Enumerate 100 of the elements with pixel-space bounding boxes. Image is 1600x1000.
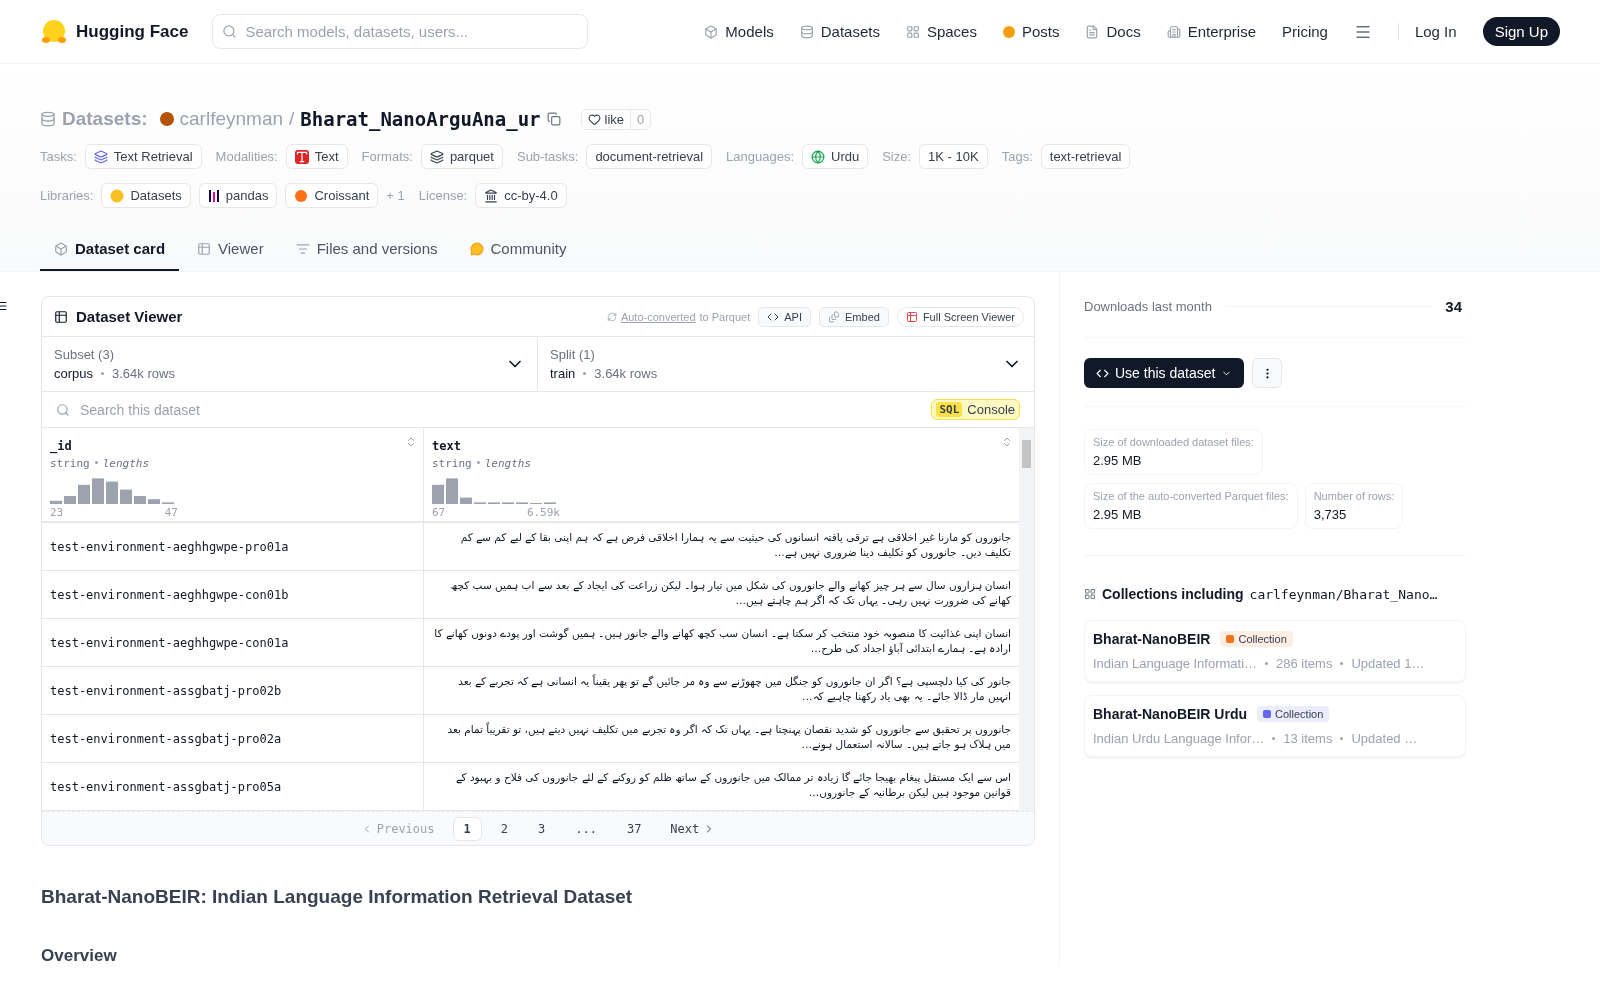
tab[interactable]: Files and versions: [281, 230, 452, 271]
tag-chip[interactable]: Datasets: [101, 183, 191, 208]
login-link[interactable]: Log In: [1397, 23, 1457, 40]
tag-chip[interactable]: document-retrieval: [586, 144, 713, 169]
tag-label: Size:: [882, 149, 912, 164]
document-icon: [828, 310, 840, 323]
brand-logo[interactable]: Hugging Face: [40, 17, 189, 46]
cube-icon: [704, 24, 719, 39]
page-button[interactable]: ...: [564, 816, 608, 841]
nav-link[interactable]: Models: [704, 23, 774, 40]
database-icon: [40, 111, 56, 127]
refresh-icon: [606, 311, 617, 322]
nav-link[interactable]: Enterprise: [1166, 23, 1257, 40]
nav-link[interactable]: Pricing: [1282, 23, 1328, 40]
viewer-button[interactable]: Embed: [819, 306, 889, 327]
database-icon: [799, 24, 814, 39]
select-dropdown[interactable]: Split (1) train 3.64k rows: [538, 337, 1034, 391]
signup-button[interactable]: Sign Up: [1482, 17, 1560, 46]
range-max: 47: [164, 506, 178, 519]
table-cell: test-environment-aeghhgwpe-pro01a: [42, 523, 424, 571]
text-icon: [294, 149, 309, 164]
tag-chip[interactable]: Croissant: [285, 183, 379, 208]
list-icon: [295, 241, 310, 256]
dataset-name: Bharat_NanoArguAna_ur: [300, 108, 541, 130]
table-cell: انسان اپنی غذائیت کا منصوبہ خود منتخب کر سکتا ہے۔ انسان سب کچھ کھانے والے جانور ہیں۔ ہمیں گوشت اور پودے دونوں کھانے کا ارادہ ہے۔ ہمارے ابتدائی آباؤ اجداد کی طرح…: [424, 619, 1019, 667]
viewer-button[interactable]: API: [758, 306, 811, 327]
viewer-button[interactable]: Full Screen Viewer: [896, 306, 1024, 327]
column-header[interactable]: _id string lengths 23 47: [42, 428, 424, 523]
layers-icon: [429, 149, 444, 164]
readme-heading: Bharat-NanoBEIR: Indian Language Information Retrieval Dataset: [41, 886, 634, 908]
select-dropdown[interactable]: Subset (3) corpus 3.64k rows: [42, 337, 538, 391]
grid-icon: [905, 24, 920, 39]
table-icon: [197, 241, 212, 256]
table-cell: test-environment-assgbatj-pro02a: [42, 715, 424, 763]
range-min: 67: [432, 506, 446, 519]
table-cell: جانوروں پر تحقیق سے جانوروں کو شدید نقصان پہنچتا ہے۔ یہاں تک کہ اگر وہ تجربے میں تکلیف نہیں دیتے ہیں، تو تقریباً تمام بعد میں ہلاک ہو جاتے ہیں۔ سالانہ استعمال ہونے…: [424, 715, 1019, 763]
collections-repo: carlfeynman/Bharat_Nano…: [1249, 586, 1438, 602]
column-header[interactable]: text string lengths 67 6.59k: [424, 428, 1019, 523]
search-icon: [56, 402, 70, 417]
scrollbar[interactable]: [1019, 428, 1034, 811]
tag-chip[interactable]: 1K - 10K: [919, 144, 988, 169]
cube-icon: [54, 241, 68, 256]
table-cell: test-environment-aeghhgwpe-con01a: [42, 619, 424, 667]
tag-chip[interactable]: Text Retrieval: [84, 144, 202, 169]
downloads-count: 34: [1445, 298, 1463, 315]
tab[interactable]: Viewer: [183, 230, 278, 271]
like-count: 0: [630, 109, 651, 129]
nav-link[interactable]: Datasets: [799, 23, 880, 40]
readme-subheading: Overview: [41, 946, 118, 966]
heart-icon: [587, 112, 601, 126]
tag-label: Tasks:: [40, 149, 77, 164]
nav-link[interactable]: Posts: [1002, 23, 1060, 40]
table-icon: [905, 310, 918, 323]
range-max: 6.59k: [526, 506, 560, 519]
viewer-title: Dataset Viewer: [76, 308, 183, 325]
table-icon: [54, 309, 68, 324]
page-button[interactable]: 2: [489, 816, 519, 841]
search-icon: [222, 24, 238, 39]
collections-heading: Collections including: [1102, 586, 1244, 602]
nav-link[interactable]: Docs: [1085, 23, 1141, 40]
tag-label: Formats:: [361, 149, 413, 164]
path-separator: /: [289, 108, 295, 130]
collection-card[interactable]: Bharat-NanoBEIR Collection Indian Language Informati… 286 items Updated 1…: [1084, 620, 1466, 682]
copy-icon[interactable]: [546, 112, 561, 126]
tag-chip[interactable]: parquet: [420, 144, 503, 169]
bars-icon: [207, 188, 220, 203]
tag-chip[interactable]: cc-by-4.0: [475, 183, 567, 208]
grid-icon: [1084, 588, 1096, 600]
next-button[interactable]: Next: [660, 818, 726, 839]
range-min: 23: [50, 506, 64, 519]
page-button[interactable]: 1: [452, 816, 482, 841]
stat-card: Size of the auto-converted Parquet files: 2.95 MB: [1084, 483, 1298, 529]
sort-icon[interactable]: [1001, 436, 1013, 448]
globe-icon: [811, 149, 825, 164]
tag-label: Modalities:: [215, 149, 278, 164]
tag-chip[interactable]: Urdu: [802, 144, 869, 169]
sql-console-button[interactable]: SQL Console: [931, 399, 1020, 420]
tag-label: License:: [418, 188, 468, 203]
page-button[interactable]: 3: [527, 816, 557, 841]
downloads-label: Downloads last month: [1084, 299, 1212, 314]
page-button[interactable]: 37: [615, 816, 653, 841]
collection-badge: Collection: [1220, 631, 1293, 647]
table-cell: جانوروں کو مارنا غیر اخلاقی ہے ترقی یافتہ انسانوں کی حیثیت سے یہ ہمارا اخلاقی فرض ہے کہ ہم اپنی بقا کے لیے کم سے کم تکلیف دیں۔ جانوروں کو تکلیف دینا ضروری نہیں ہے…: [424, 523, 1019, 571]
tag-chip[interactable]: Text: [285, 144, 348, 169]
nav-link[interactable]: Spaces: [905, 23, 977, 40]
tab[interactable]: Community: [455, 230, 581, 271]
tag-chip[interactable]: text-retrieval: [1040, 144, 1131, 169]
collection-badge: Collection: [1257, 706, 1330, 722]
table-cell: test-environment-aeghhgwpe-con01b: [42, 571, 424, 619]
tag-label: Tags:: [1001, 149, 1033, 164]
table-cell: انسان ہزاروں سال سے ہر چیز کھانے والے جانوروں کی شکل میں تیار ہوا۔ لیکن زراعت کی ایجاد کے بعد سے اب ہمیں سب کچھ کھانے کی ضرورت نہیں رہی۔ یہاں تک کہ اگر ہم چاہتے ہیں…: [424, 571, 1019, 619]
sort-icon[interactable]: [405, 436, 417, 448]
parquet-note: to Parquet: [699, 310, 751, 323]
search-field[interactable]: Search models, datasets, users...: [212, 14, 589, 49]
tag-chip[interactable]: pandas: [198, 183, 278, 208]
collection-card[interactable]: Bharat-NanoBEIR Urdu Collection Indian Urdu Language Infor… 13 items Updated …: [1084, 695, 1466, 757]
tab[interactable]: Dataset card: [40, 230, 180, 271]
tag-label: Languages:: [726, 149, 794, 164]
building-icon: [1166, 24, 1181, 39]
use-dataset-button[interactable]: Use this dataset: [1084, 358, 1245, 388]
